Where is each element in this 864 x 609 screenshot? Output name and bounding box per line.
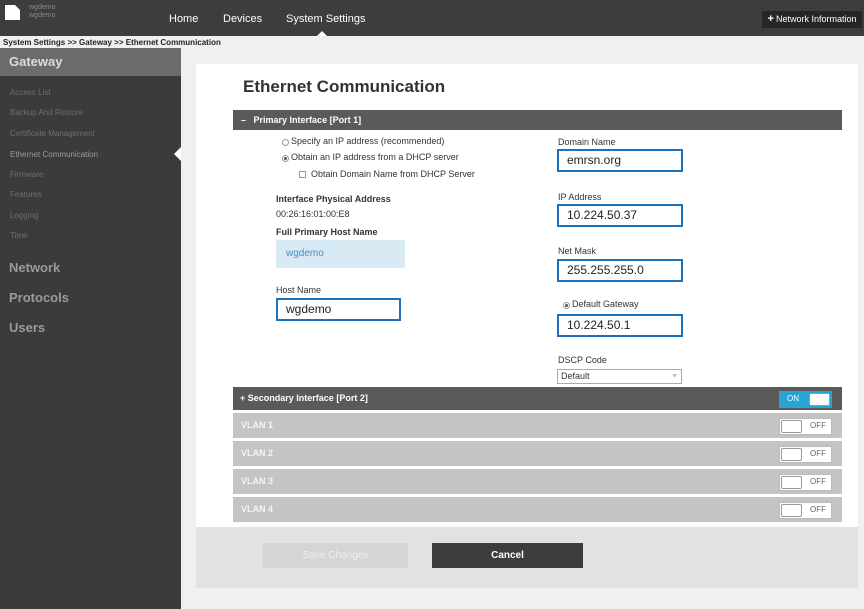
dscp-code-select[interactable]: Default ▼: [557, 369, 682, 384]
sidebar-item-certificate-management[interactable]: Certificate Management: [10, 129, 95, 138]
nav-home[interactable]: Home: [169, 13, 198, 25]
network-information-label: Network Information: [775, 14, 857, 24]
nav-devices[interactable]: Devices: [223, 13, 262, 25]
toggle-knob: [781, 448, 802, 461]
vlan-2-row[interactable]: VLAN 2: [233, 441, 842, 466]
full-host-name-value: wgdemo: [276, 240, 405, 268]
vlan-4-toggle[interactable]: OFF: [779, 502, 832, 519]
vlan-4-row[interactable]: VLAN 4: [233, 497, 842, 522]
top-bar: wgdemo wgdemo Home Devices System Settin…: [0, 0, 864, 36]
net-mask-label: Net Mask: [558, 246, 597, 256]
host-name-input[interactable]: wgdemo: [276, 298, 401, 321]
vlan-1-row[interactable]: VLAN 1: [233, 413, 842, 438]
primary-interface-header[interactable]: – Primary Interface [Port 1]: [233, 110, 842, 130]
device-name: wgdemo wgdemo: [29, 4, 55, 20]
ip-address-label: IP Address: [558, 192, 602, 202]
sidebar-item-features[interactable]: Features: [10, 190, 42, 199]
sidebar-section-gateway[interactable]: Gateway: [0, 48, 181, 76]
default-gateway-input[interactable]: 10.224.50.1: [557, 314, 683, 337]
toggle-state-label: OFF: [810, 477, 826, 486]
ip-address-input[interactable]: 10.224.50.37: [557, 204, 683, 227]
sidebar-item-logging[interactable]: Logging: [10, 211, 38, 220]
net-mask-input[interactable]: 255.255.255.0: [557, 259, 683, 282]
default-gateway-label: Default Gateway: [572, 299, 639, 309]
chevron-down-icon: ▼: [671, 373, 678, 380]
physical-address-value: 00:26:16:01:00:E8: [276, 209, 350, 219]
domain-dhcp-label: Obtain Domain Name from DHCP Server: [311, 169, 475, 179]
network-information-button[interactable]: + Network Information: [762, 11, 862, 28]
plus-icon: +: [767, 13, 774, 25]
vlan-label: VLAN 2: [241, 448, 274, 458]
domain-name-input[interactable]: emrsn.org: [557, 149, 683, 172]
default-gateway-radio[interactable]: [563, 302, 570, 309]
domain-name-label: Domain Name: [558, 137, 616, 147]
toggle-state-label: OFF: [810, 421, 826, 430]
toggle-knob: [781, 504, 802, 517]
device-subname-label: wgdemo: [29, 12, 56, 19]
sidebar: Gateway Access List Backup And Restore C…: [0, 48, 181, 609]
toggle-state-label: OFF: [810, 449, 826, 458]
secondary-interface-title: Secondary Interface [Port 2]: [247, 393, 368, 403]
sidebar-item-backup-restore[interactable]: Backup And Restore: [10, 108, 83, 117]
cancel-button[interactable]: Cancel: [432, 543, 583, 568]
sidebar-item-ethernet-communication[interactable]: Ethernet Communication: [10, 150, 98, 159]
vlan-label: VLAN 4: [241, 504, 274, 514]
vlan-1-toggle[interactable]: OFF: [779, 418, 832, 435]
sidebar-section-users[interactable]: Users: [9, 320, 45, 335]
toggle-state-label: OFF: [810, 505, 826, 514]
collapse-icon: –: [241, 115, 247, 125]
active-nav-caret-icon: [317, 31, 327, 36]
expand-icon: +: [240, 393, 246, 403]
full-host-name-label: Full Primary Host Name: [276, 227, 378, 237]
nav-system-settings[interactable]: System Settings: [286, 13, 365, 25]
toggle-knob: [781, 476, 802, 489]
device-name-label: wgdemo: [29, 4, 56, 11]
sidebar-section-protocols[interactable]: Protocols: [9, 290, 69, 305]
primary-interface-title: Primary Interface [Port 1]: [253, 115, 362, 125]
dscp-code-label: DSCP Code: [558, 355, 607, 365]
sidebar-item-access-list[interactable]: Access List: [10, 88, 50, 97]
vlan-label: VLAN 1: [241, 420, 274, 430]
active-item-arrow-icon: [174, 147, 181, 161]
breadcrumb: System Settings >> Gateway >> Ethernet C…: [3, 38, 221, 47]
vlan-3-toggle[interactable]: OFF: [779, 474, 832, 491]
save-changes-button[interactable]: Save Changes: [263, 543, 408, 568]
toggle-knob: [781, 420, 802, 433]
dhcp-radio[interactable]: [282, 155, 289, 162]
device-file-icon[interactable]: [5, 5, 20, 20]
toggle-state-label: ON: [787, 394, 799, 403]
specify-ip-radio[interactable]: [282, 139, 289, 146]
sidebar-item-firmware[interactable]: Firmware: [10, 170, 43, 179]
specify-ip-label: Specify an IP address (recommended): [291, 136, 445, 146]
host-name-label: Host Name: [276, 285, 322, 295]
sidebar-section-network[interactable]: Network: [9, 260, 60, 275]
secondary-interface-header[interactable]: + Secondary Interface [Port 2]: [233, 387, 842, 410]
dscp-code-value: Default: [561, 371, 590, 381]
domain-dhcp-checkbox[interactable]: [299, 171, 306, 178]
vlan-2-toggle[interactable]: OFF: [779, 446, 832, 463]
physical-address-label: Interface Physical Address: [276, 194, 391, 204]
vlan-label: VLAN 3: [241, 476, 274, 486]
toggle-knob: [809, 393, 830, 406]
secondary-interface-toggle[interactable]: ON: [779, 391, 832, 408]
vlan-3-row[interactable]: VLAN 3: [233, 469, 842, 494]
dhcp-label: Obtain an IP address from a DHCP server: [291, 152, 459, 162]
page-title: Ethernet Communication: [243, 77, 446, 96]
sidebar-item-time[interactable]: Time: [10, 231, 27, 240]
